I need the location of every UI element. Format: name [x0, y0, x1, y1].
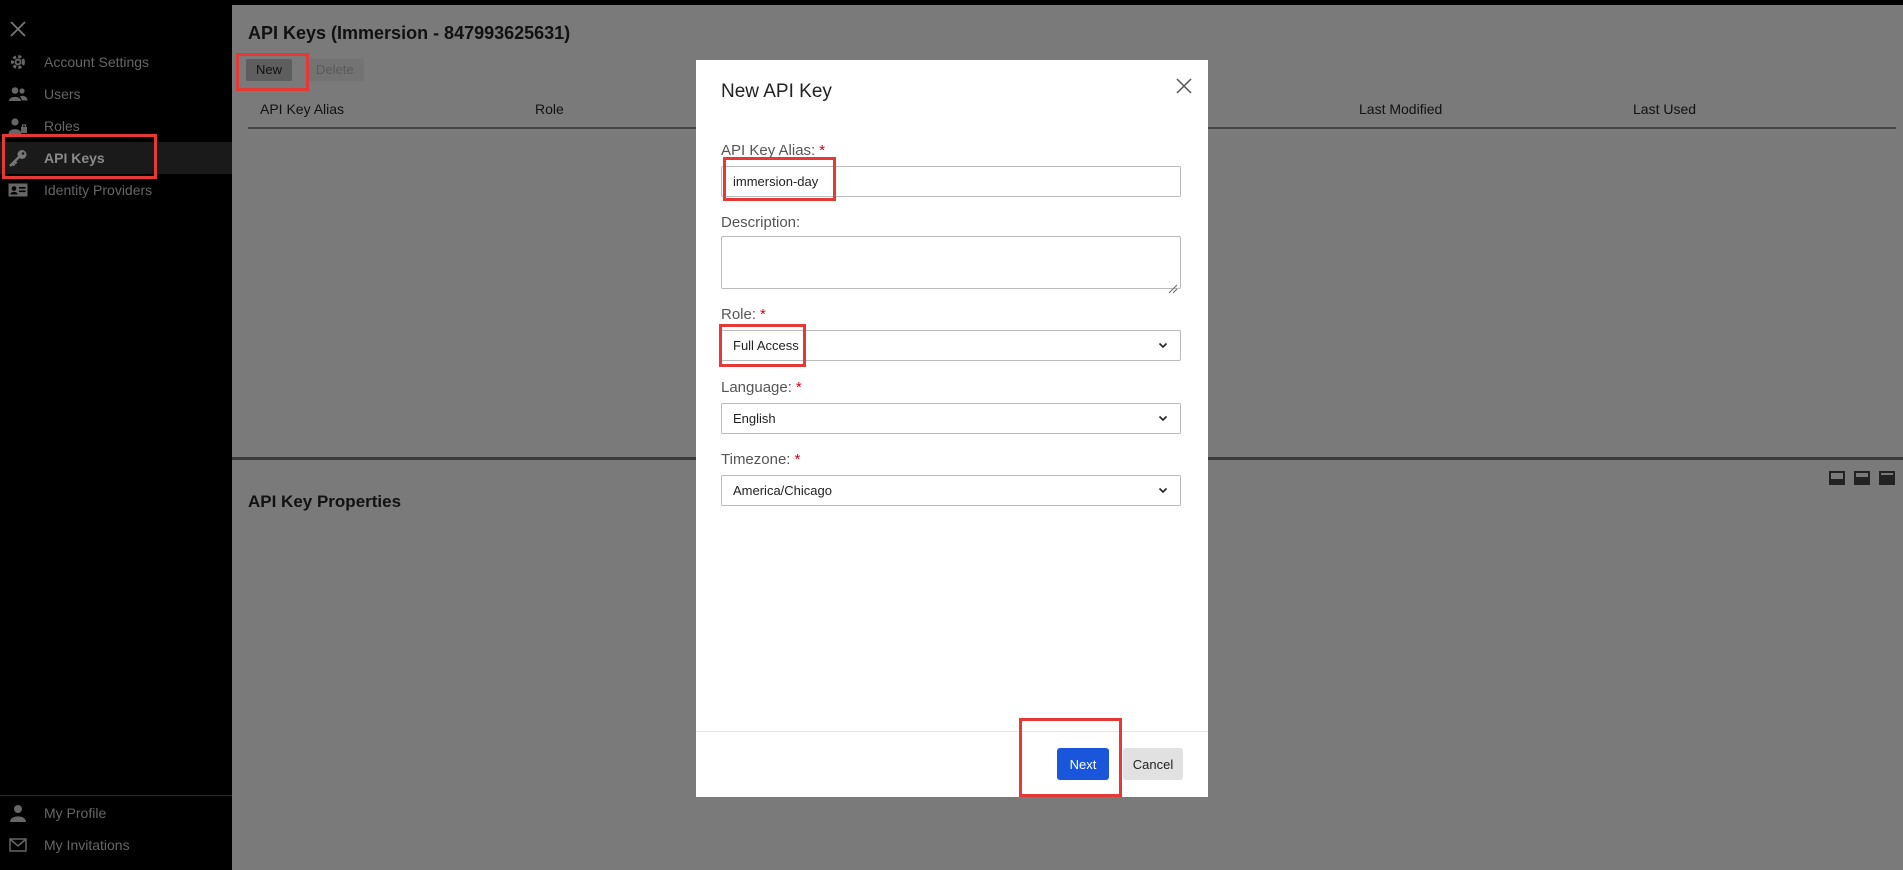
page-title: API Keys (Immersion - 847993625631)	[248, 23, 571, 43]
dialog-footer-divider	[696, 731, 1208, 732]
language-value: English	[733, 411, 776, 426]
description-textarea[interactable]	[721, 236, 1181, 289]
column-header-last-used[interactable]: Last Used	[1633, 101, 1696, 117]
role-select[interactable]: Full Access	[721, 330, 1181, 361]
envelope-icon	[8, 836, 28, 854]
sidebar-item-users[interactable]: Users	[0, 78, 232, 110]
new-api-key-dialog: New API Key API Key Alias: * immersion-da…	[696, 60, 1208, 797]
sidebar-item-my-invitations[interactable]: My Invitations	[0, 829, 232, 861]
chevron-down-icon	[1158, 487, 1168, 494]
new-button[interactable]: New	[246, 59, 293, 81]
user-icon	[8, 804, 28, 822]
roles-icon	[8, 117, 28, 135]
layout-bottom-icon[interactable]	[1829, 471, 1845, 485]
sidebar-item-label: Roles	[44, 118, 80, 134]
column-header-api-key-alias[interactable]: API Key Alias	[260, 101, 344, 117]
api-key-alias-input[interactable]: immersion-day	[721, 166, 1181, 197]
chevron-down-icon	[1158, 415, 1168, 422]
sidebar-item-my-profile[interactable]: My Profile	[0, 797, 232, 829]
users-icon	[8, 85, 28, 103]
column-header-role[interactable]: Role	[535, 101, 564, 117]
sidebar-item-api-keys[interactable]: API Keys	[0, 142, 232, 174]
sidebar-divider	[0, 795, 232, 796]
chevron-down-icon	[1158, 342, 1168, 349]
timezone-label: Timezone: *	[721, 451, 801, 468]
role-label: Role: *	[721, 306, 766, 323]
sidebar-item-label: My Profile	[44, 805, 107, 821]
language-label: Language: *	[721, 379, 802, 396]
gear-icon	[8, 53, 28, 71]
properties-title: API Key Properties	[248, 492, 402, 511]
sidebar-item-identity-providers[interactable]: Identity Providers	[0, 174, 232, 206]
sidebar-item-roles[interactable]: Roles	[0, 110, 232, 142]
sidebar-item-label: Account Settings	[44, 54, 150, 70]
timezone-value: America/Chicago	[733, 483, 832, 498]
sidebar-item-label: Identity Providers	[44, 182, 153, 198]
close-icon[interactable]	[1174, 76, 1194, 96]
role-value: Full Access	[733, 338, 799, 353]
dialog-title: New API Key	[721, 81, 832, 102]
next-button[interactable]: Next	[1057, 748, 1109, 780]
cancel-button[interactable]: Cancel	[1123, 748, 1183, 780]
timezone-select[interactable]: America/Chicago	[721, 475, 1181, 506]
sidebar-item-account-settings[interactable]: Account Settings	[0, 46, 232, 78]
id-card-icon	[8, 181, 28, 199]
layout-split-icon[interactable]	[1854, 471, 1870, 485]
sidebar-item-label: API Keys	[44, 150, 105, 166]
alias-label: API Key Alias: *	[721, 142, 826, 159]
layout-toggle-group	[1829, 471, 1895, 485]
sidebar: Account Settings Users Roles API Keys Id…	[0, 0, 232, 870]
column-header-last-modified[interactable]: Last Modified	[1359, 101, 1442, 117]
layout-top-icon[interactable]	[1879, 471, 1895, 485]
key-icon	[8, 149, 28, 167]
close-icon[interactable]	[9, 20, 27, 38]
language-select[interactable]: English	[721, 403, 1181, 434]
sidebar-item-label: My Invitations	[44, 837, 130, 853]
description-label: Description:	[721, 214, 801, 231]
sidebar-item-label: Users	[44, 86, 81, 102]
delete-button[interactable]: Delete	[306, 59, 364, 81]
